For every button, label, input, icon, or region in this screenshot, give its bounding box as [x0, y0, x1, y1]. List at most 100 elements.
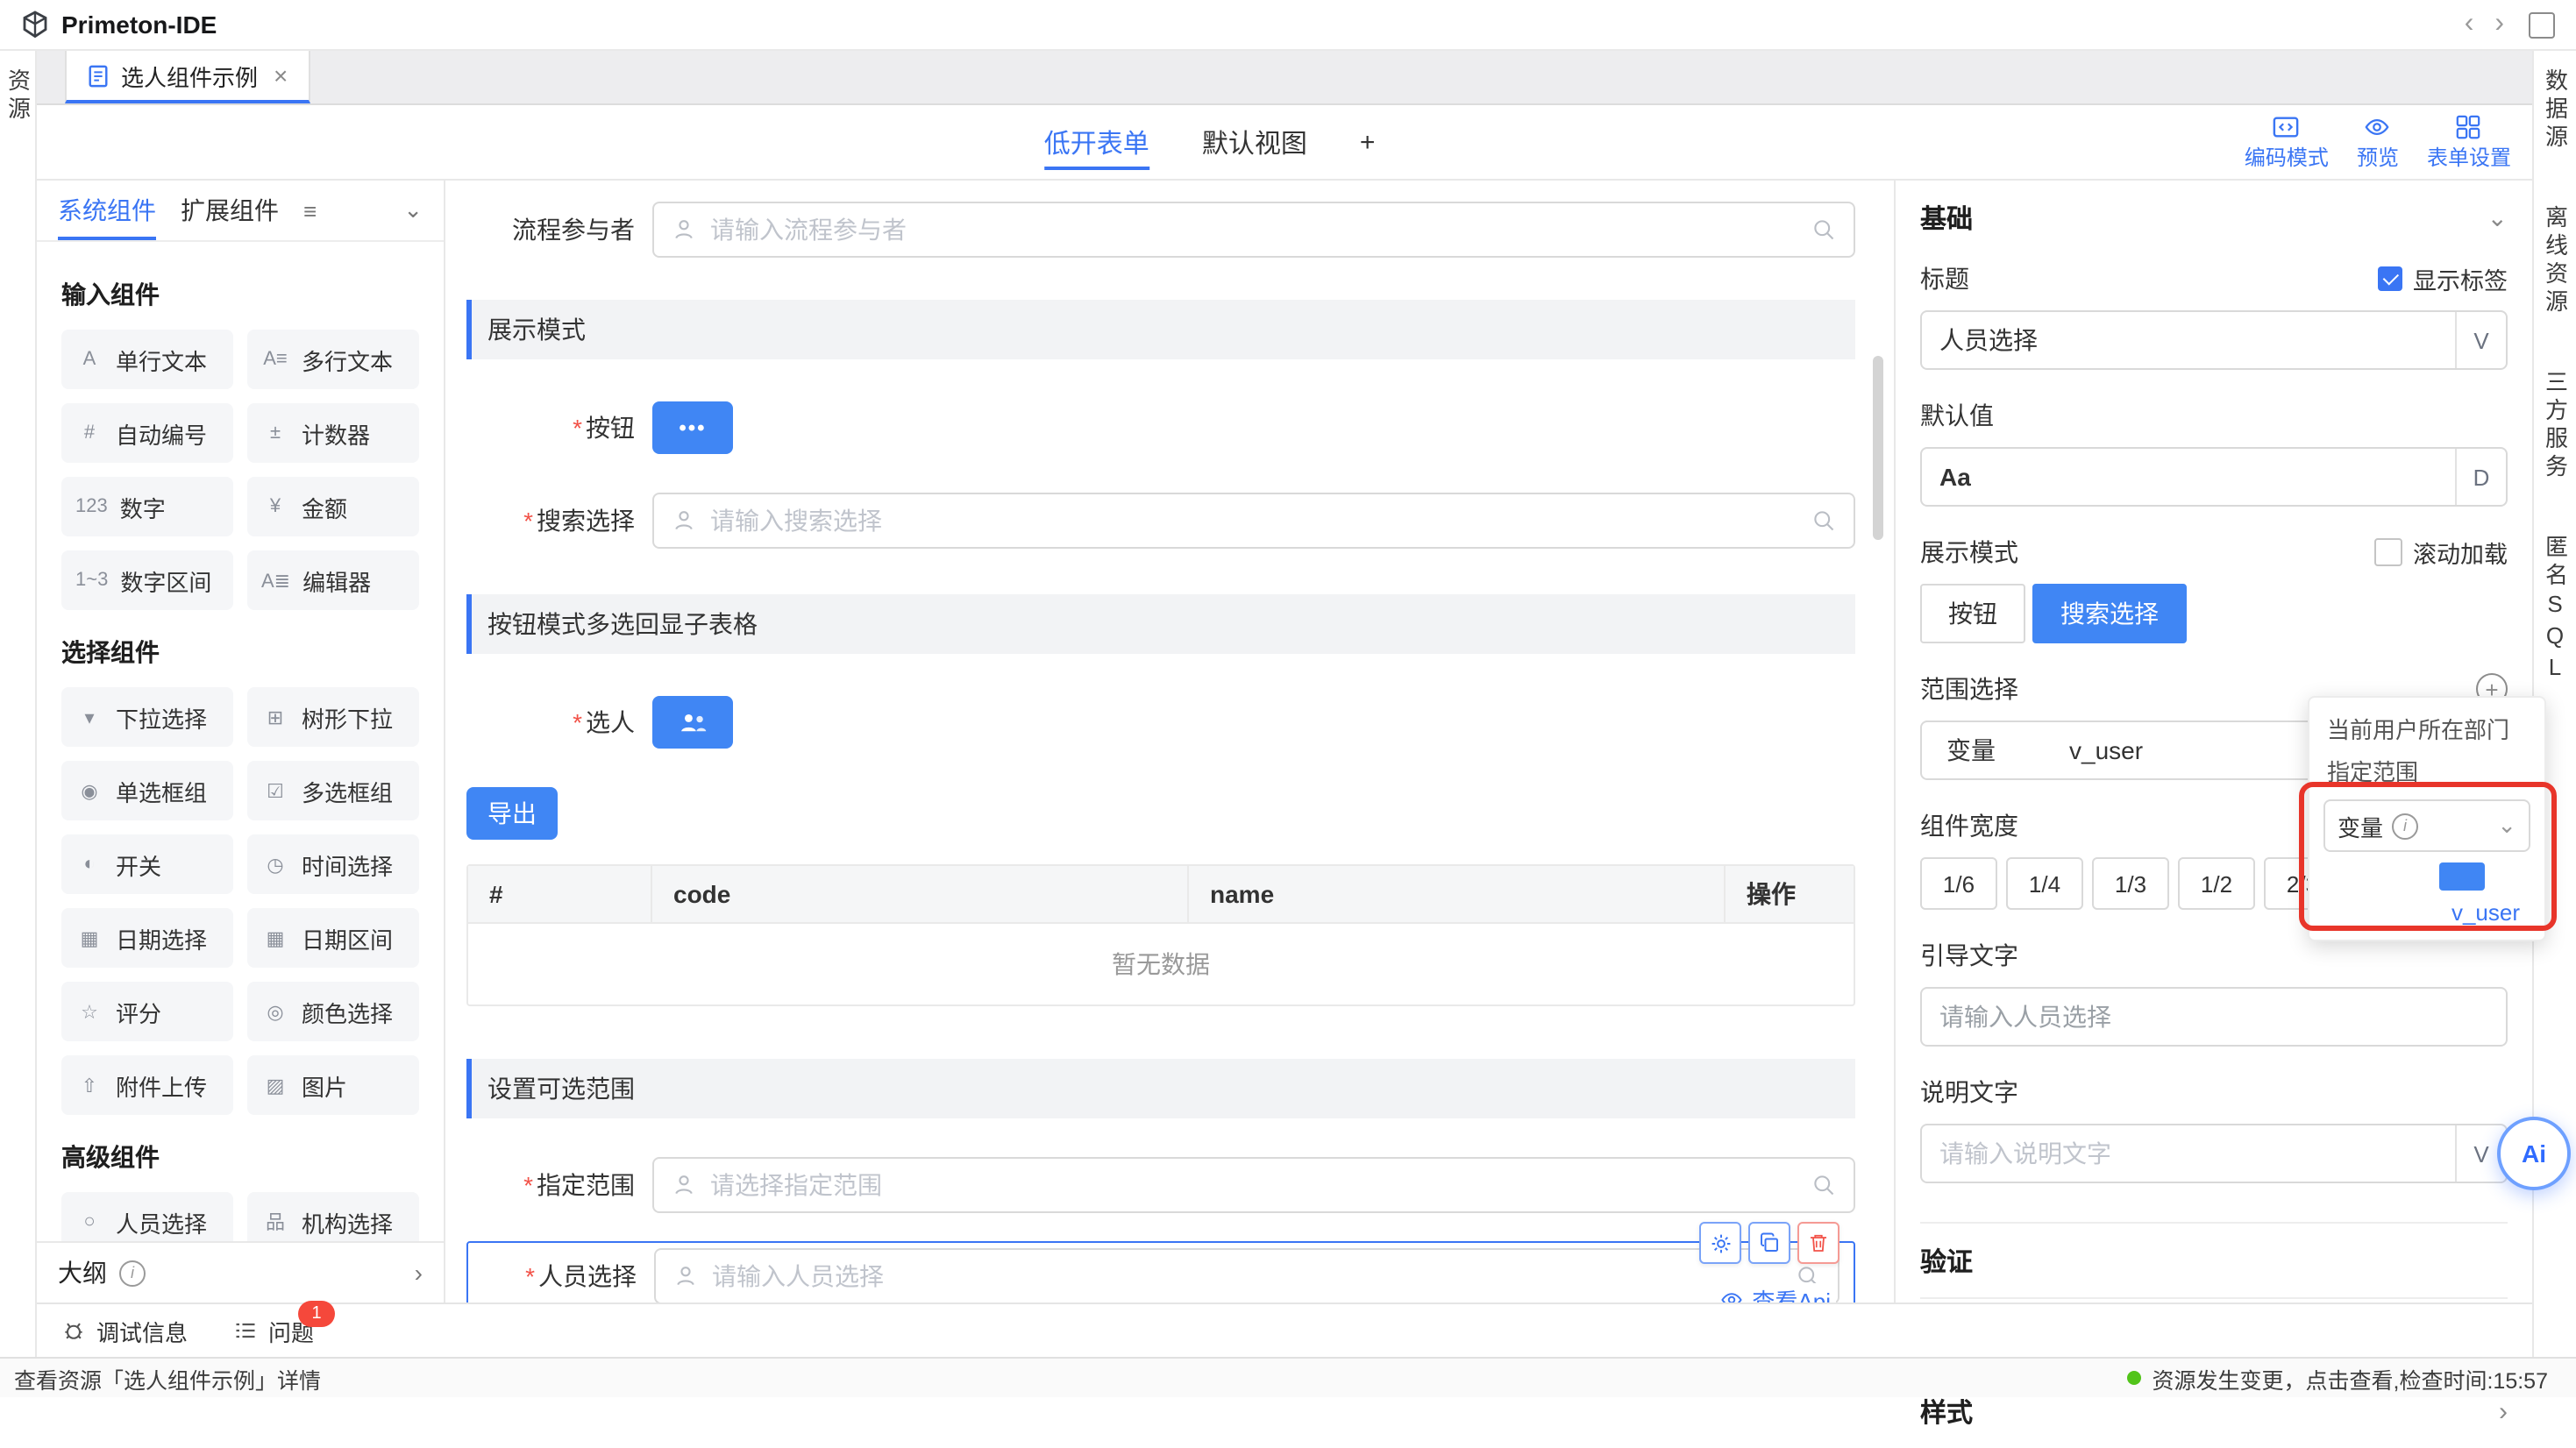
rail-offline-resources[interactable]: 离线资源 [2538, 205, 2572, 317]
layout-toggle-icon[interactable] [2529, 11, 2555, 38]
variable-type-select[interactable]: 变量 i ⌄ [2323, 799, 2530, 852]
palette-item-color-picker[interactable]: ◎颜色选择 [247, 982, 419, 1041]
palette-item-counter[interactable]: ±计数器 [247, 403, 419, 463]
gear-icon [1709, 1232, 1732, 1254]
field-label: 人员选择 [538, 1262, 637, 1290]
palette-item-editor[interactable]: A≣编辑器 [247, 550, 419, 610]
canvas-scrollbar[interactable] [1873, 356, 1883, 540]
code-mode-button[interactable]: 编码模式 [2245, 113, 2329, 171]
field-copy-button[interactable] [1748, 1222, 1790, 1264]
palette-item-date-range[interactable]: ▦日期区间 [247, 908, 419, 968]
field-search-select[interactable]: *搜索选择 请输入搜索选择 [466, 493, 1855, 549]
width-option[interactable]: 1/2 [2178, 857, 2255, 910]
rail-third-party-services[interactable]: 三方服务 [2538, 370, 2572, 482]
palette-scroll-area[interactable]: 输入组件 A单行文本 A≡多行文本 #自动编号 ±计数器 123数字 ¥金额 1… [37, 242, 444, 1241]
palette-item-org-picker[interactable]: 品机构选择 [247, 1192, 419, 1241]
status-left-text[interactable]: 查看资源「选人组件示例」详情 [14, 1361, 321, 1395]
nav-forward-icon[interactable]: › [2484, 11, 2515, 39]
form-canvas[interactable]: 流程参与者 请输入流程参与者 展示模式 *按钮 ••• [445, 181, 1894, 1302]
chevron-down-icon[interactable]: ⌄ [2487, 202, 2508, 232]
group-header-display-mode: 展示模式 [466, 300, 1855, 359]
width-option[interactable]: 1/3 [2092, 857, 2169, 910]
description-input[interactable]: 请输入说明文字 V [1920, 1124, 2508, 1183]
default-value-input[interactable]: Aa D [1920, 447, 2508, 507]
palette-item-switch[interactable]: ◐开关 [61, 834, 233, 894]
palette-item-rating[interactable]: ☆评分 [61, 982, 233, 1041]
outline-bar[interactable]: 大纲 i › [37, 1241, 444, 1302]
palette-item-currency[interactable]: ¥金额 [247, 477, 419, 536]
selected-field-person-picker[interactable]: *人员选择 请输入人员选择 查看Api [466, 1241, 1855, 1302]
palette-item-tree-dropdown[interactable]: ⊞树形下拉 [247, 687, 419, 747]
scroll-load-option[interactable]: 滚动加载 [2374, 535, 2508, 570]
process-participant-input[interactable]: 请输入流程参与者 [652, 202, 1855, 258]
palette-item-image[interactable]: ▨图片 [247, 1055, 419, 1115]
title-input[interactable]: 人员选择 V [1920, 310, 2508, 370]
preview-button[interactable]: 预览 [2357, 113, 2399, 171]
tab-default-view[interactable]: 默认视图 [1202, 105, 1307, 179]
field-specified-range[interactable]: *指定范围 请选择指定范围 [466, 1157, 1855, 1213]
field-delete-button[interactable] [1797, 1222, 1839, 1264]
field-settings-button[interactable] [1699, 1222, 1741, 1264]
palette-item-single-text[interactable]: A单行文本 [61, 330, 233, 389]
status-change-notice[interactable]: 资源发生变更，点击查看,检查时间:15:57 [2128, 1361, 2548, 1395]
width-option[interactable]: 1/4 [2006, 857, 2083, 910]
close-icon[interactable]: × [274, 61, 288, 89]
ai-assistant-button[interactable]: Ai [2497, 1117, 2571, 1190]
show-label-checkbox[interactable] [2378, 266, 2402, 291]
palette-item-person-picker[interactable]: ○人员选择 [61, 1192, 233, 1241]
people-icon [678, 711, 708, 734]
variable-option-v-user[interactable]: v_user [2451, 899, 2520, 926]
form-settings-button[interactable]: 表单设置 [2427, 113, 2511, 171]
nav-back-icon[interactable]: ‹ [2454, 11, 2485, 39]
specified-range-input[interactable]: 请选择指定范围 [652, 1157, 1855, 1213]
scroll-load-checkbox[interactable] [2374, 538, 2402, 566]
palette-item-date-picker[interactable]: ▦日期选择 [61, 908, 233, 968]
palette-item-dropdown[interactable]: ▾下拉选择 [61, 687, 233, 747]
guide-text-input[interactable]: 请输入人员选择 [1920, 987, 2508, 1047]
palette-item-time-picker[interactable]: ◷时间选择 [247, 834, 419, 894]
default-value-label: 默认值 [1920, 398, 1994, 433]
rail-anonymous-sql[interactable]: 匿名SQL [2538, 535, 2572, 685]
pick-button-trigger[interactable]: ••• [652, 401, 733, 454]
tab-extended-components[interactable]: 扩展组件 [181, 181, 279, 240]
document-tab[interactable]: 选人组件示例 × [65, 51, 310, 103]
palette-item-auto-number[interactable]: #自动编号 [61, 403, 233, 463]
pick-person-button[interactable] [652, 696, 733, 749]
field-button-mode[interactable]: *按钮 ••• [466, 401, 1855, 454]
section-basic[interactable]: 基础 ⌄ [1920, 181, 2508, 254]
field-pick-person[interactable]: *选人 [466, 696, 1855, 749]
palette-item-radio-group[interactable]: ◉单选框组 [61, 761, 233, 820]
menu-icon[interactable]: ≡ [303, 197, 317, 224]
info-icon: i [2392, 813, 2418, 839]
show-label-option[interactable]: 显示标签 [2378, 261, 2508, 296]
mode-button-option[interactable]: 按钮 [1920, 584, 2025, 643]
mode-search-select-option[interactable]: 搜索选择 [2032, 584, 2187, 643]
rail-data-sources[interactable]: 数据源 [2538, 68, 2572, 153]
palette-item-attachment[interactable]: ⇧附件上传 [61, 1055, 233, 1115]
palette-item-multi-text[interactable]: A≡多行文本 [247, 330, 419, 389]
variable-bind-button[interactable]: V [2455, 312, 2506, 368]
dropdown-option-specified-range[interactable]: 指定范围 [2309, 749, 2544, 791]
default-bind-button[interactable]: D [2455, 449, 2506, 505]
person-picker-input[interactable]: 请输入人员选择 [654, 1248, 1839, 1302]
search-select-input[interactable]: 请输入搜索选择 [652, 493, 1855, 549]
add-view-button[interactable]: + [1360, 105, 1376, 179]
view-api-link[interactable]: 查看Api [1715, 1283, 1836, 1302]
palette-item-number[interactable]: 123数字 [61, 477, 233, 536]
chevron-down-icon[interactable]: ⌄ [403, 196, 423, 224]
chevron-right-icon[interactable]: › [415, 1259, 423, 1287]
palette-item-number-range[interactable]: 1~3数字区间 [61, 550, 233, 610]
debug-info-button[interactable]: 调试信息 [61, 1314, 188, 1347]
multi-text-icon: A≡ [261, 349, 289, 370]
field-process-participant[interactable]: 流程参与者 请输入流程参与者 [466, 202, 1855, 258]
tab-lowcode-form[interactable]: 低开表单 [1044, 105, 1149, 179]
field-person-picker[interactable]: *人员选择 请输入人员选择 [468, 1248, 1839, 1302]
section-validate[interactable]: 验证 [1920, 1224, 2508, 1299]
dropdown-option-current-department[interactable]: 当前用户所在部门 [2309, 706, 2544, 749]
tab-system-components[interactable]: 系统组件 [58, 181, 156, 240]
rail-resources[interactable]: 资源 [1, 68, 34, 124]
palette-item-checkbox-group[interactable]: ☑多选框组 [247, 761, 419, 820]
export-button[interactable]: 导出 [466, 787, 558, 840]
problems-button[interactable]: 问题 1 [233, 1314, 314, 1347]
width-option[interactable]: 1/6 [1920, 857, 1997, 910]
